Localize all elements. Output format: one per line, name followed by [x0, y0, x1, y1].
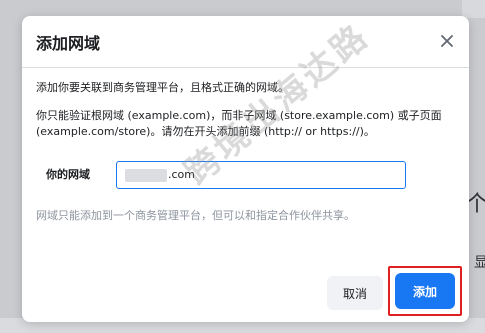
domain-input[interactable]: .com — [116, 161, 406, 189]
dialog-header: 添加网域 — [22, 16, 469, 68]
dialog-body: 添加你要关联到商务管理平台，且格式正确的网域。 你只能验证根网域 (exampl… — [36, 80, 456, 224]
description-text: 你只能验证根网域 (example.com)，而非子网域 (store.exam… — [36, 109, 442, 138]
hint-text: 网域只能添加到一个商务管理平台，但可以和指定合作伙伴共享。 — [36, 209, 355, 222]
close-button[interactable] — [436, 30, 458, 52]
dialog-title: 添加网域 — [36, 34, 101, 53]
domain-field-row: 你的网域 .com — [36, 160, 456, 190]
close-icon — [441, 35, 453, 47]
intro-text: 添加你要关联到商务管理平台，且格式正确的网域。 — [36, 81, 289, 94]
add-button[interactable]: 添加 — [395, 273, 455, 309]
domain-input-suffix: .com — [168, 168, 195, 181]
dialog-footer: 取消 添加 — [22, 266, 469, 322]
redacted-domain — [125, 168, 167, 182]
background-text-2: 显 — [474, 255, 485, 271]
cancel-button[interactable]: 取消 — [327, 276, 383, 310]
add-domain-dialog: 添加网域 添加你要关联到商务管理平台，且格式正确的网域。 你只能验证根网域 (e… — [22, 16, 469, 322]
domain-field-label: 你的网域 — [46, 168, 90, 181]
